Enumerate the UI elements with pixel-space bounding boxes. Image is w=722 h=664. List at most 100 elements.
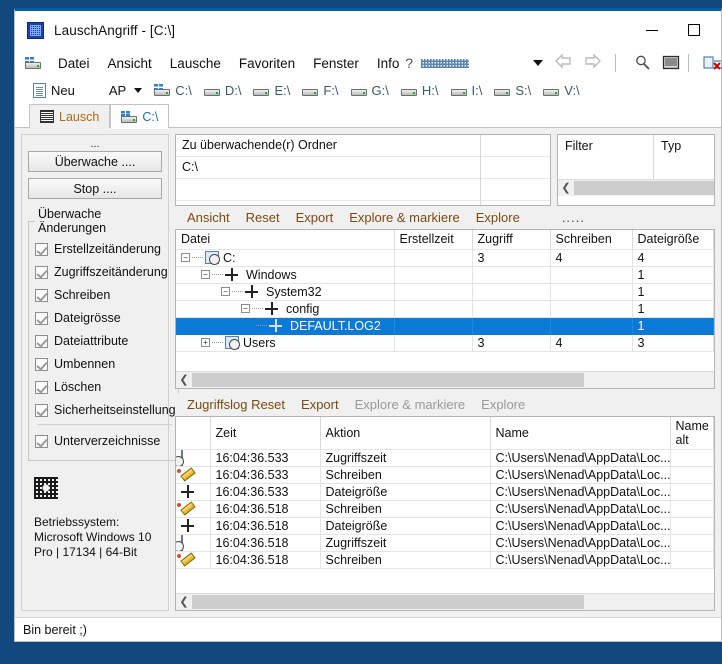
table-row[interactable]: 16:04:36.533 Zugriffszeit C:\Users\Nenad…	[176, 449, 714, 467]
tree-name-cell[interactable]: − System32	[176, 283, 395, 301]
expand-icon[interactable]: +	[201, 338, 210, 347]
menu-ansicht[interactable]: Ansicht	[99, 53, 161, 74]
drive-button-s[interactable]: S:\	[488, 81, 537, 100]
checkbox-umbennen[interactable]: Umbennen	[35, 354, 176, 374]
log-export-button[interactable]: Export	[293, 395, 347, 414]
forward-arrow-icon[interactable]	[583, 52, 603, 74]
log-reset-button[interactable]: Zugriffslog Reset	[179, 395, 293, 414]
stop-button[interactable]: Stop ....	[28, 178, 162, 199]
menu-favoriten[interactable]: Favoriten	[230, 53, 304, 74]
table-row[interactable]: − System32 1	[176, 283, 714, 301]
tree-line	[256, 325, 267, 326]
menu-fenster[interactable]: Fenster	[304, 53, 368, 74]
checkbox-erstellzeitaenderung[interactable]: Erstellzeitänderung	[35, 239, 176, 259]
checkbox-dateiattribute[interactable]: Dateiattribute	[35, 331, 176, 351]
checkbox-dateigroesse[interactable]: Dateigrösse	[35, 308, 176, 328]
log-horizontal-scrollbar[interactable]: ❮	[176, 593, 714, 610]
drive-button-d[interactable]: D:\	[198, 81, 248, 100]
chevron-left-icon[interactable]: ❮	[176, 373, 192, 387]
chevron-left-icon[interactable]: ❮	[558, 181, 574, 195]
scrollbar-thumb[interactable]	[192, 595, 584, 609]
remove-red-x-icon[interactable]	[703, 55, 722, 71]
table-row[interactable]: + Users 3 4 3	[176, 334, 714, 352]
monitored-folder-box[interactable]: Zu überwachende(r) Ordner C:\	[175, 134, 551, 206]
monitored-folder-empty-row[interactable]	[176, 179, 550, 201]
drive-button-v[interactable]: V:\	[537, 81, 585, 100]
drive-button-h[interactable]: H:\	[395, 81, 445, 100]
maximize-button[interactable]	[673, 13, 715, 47]
filter-column-header[interactable]: Filter	[558, 135, 654, 179]
log-col-aktion[interactable]: Aktion	[320, 417, 491, 450]
table-row[interactable]: 16:04:36.533 Dateigröße C:\Users\Nenad\A…	[176, 483, 714, 501]
tree-export-button[interactable]: Export	[288, 208, 342, 227]
checkbox-schreiben[interactable]: Schreiben	[35, 285, 176, 305]
tree-col-schreiben[interactable]: Schreiben	[550, 230, 633, 250]
tree-col-dateigroesse[interactable]: Dateigröße	[632, 230, 714, 250]
drive-button-e[interactable]: E:\	[247, 81, 296, 100]
collapse-icon[interactable]: −	[221, 287, 230, 296]
drive-button-i[interactable]: I:\	[445, 81, 489, 100]
scrollbar-track[interactable]	[584, 595, 714, 609]
tree-name-cell[interactable]: − Windows	[176, 266, 395, 284]
tree-reset-button[interactable]: Reset	[238, 208, 288, 227]
scrollbar-thumb[interactable]	[574, 181, 714, 195]
tree-name-cell[interactable]: DEFAULT.LOG2	[176, 317, 395, 335]
scrollbar-track[interactable]	[584, 373, 714, 387]
tree-horizontal-scrollbar[interactable]: ❮	[176, 371, 714, 388]
tree-explore-and-mark-button[interactable]: Explore & markiere	[341, 208, 468, 227]
help-icon[interactable]: ?	[405, 55, 413, 71]
drive-icon	[450, 84, 467, 96]
tree-name-cell[interactable]: − config	[176, 300, 395, 318]
tree-explore-button[interactable]: Explore	[468, 208, 528, 227]
table-row[interactable]: 16:04:36.533 Schreiben C:\Users\Nenad\Ap…	[176, 466, 714, 484]
log-col-zeit[interactable]: Zeit	[210, 417, 321, 450]
watch-button[interactable]: Überwache ....	[28, 151, 162, 172]
log-col-name[interactable]: Name	[490, 417, 671, 450]
table-row[interactable]: 16:04:36.518 Schreiben C:\Users\Nenad\Ap…	[176, 500, 714, 518]
table-row[interactable]: 16:04:36.518 Schreiben C:\Users\Nenad\Ap…	[176, 551, 714, 569]
tree-col-datei[interactable]: Datei	[176, 230, 395, 250]
checkbox-zugriffszeitaenderung[interactable]: Zugriffszeitänderung	[35, 262, 176, 282]
magnifier-icon[interactable]	[634, 54, 652, 72]
table-row[interactable]: − C: 3 4 4	[176, 249, 714, 267]
menu-lausche[interactable]: Lausche	[161, 53, 230, 74]
menu-datei[interactable]: Datei	[49, 53, 99, 74]
monitor-icon[interactable]	[662, 55, 680, 71]
tab-drive-c[interactable]: C:\	[110, 104, 170, 129]
minimize-button[interactable]	[631, 13, 673, 47]
filter-horizontal-scrollbar[interactable]: ❮	[558, 179, 714, 196]
drive-button-c[interactable]: C:\	[148, 81, 198, 100]
tree-ansicht-button[interactable]: Ansicht	[179, 208, 238, 227]
collapse-icon[interactable]: −	[241, 304, 250, 313]
table-row[interactable]: − Windows 1	[176, 266, 714, 284]
typ-column-header[interactable]: Typ	[654, 135, 714, 179]
tree-col-erstellzeit[interactable]: Erstellzeit	[394, 230, 473, 250]
table-row[interactable]: − config 1	[176, 300, 714, 318]
checkbox-loeschen[interactable]: Löschen	[35, 377, 176, 397]
checkbox-icon	[35, 357, 48, 371]
checkbox-sicherheitseinstellung[interactable]: Sicherheitseinstellung	[35, 400, 176, 420]
log-col-name-alt[interactable]: Name alt	[670, 417, 714, 450]
scrollbar-thumb[interactable]	[192, 373, 584, 387]
table-row[interactable]: 16:04:36.518 Dateigröße C:\Users\Nenad\A…	[176, 517, 714, 535]
tree-name-cell[interactable]: − C:	[176, 249, 395, 267]
stipple-pattern-icon	[421, 58, 469, 68]
collapse-icon[interactable]: −	[201, 270, 210, 279]
drive-button-g[interactable]: G:\	[345, 81, 395, 100]
log-name-alt-cell	[670, 449, 714, 467]
tree-name-cell[interactable]: + Users	[176, 334, 395, 352]
drive-button-f[interactable]: F:\	[296, 81, 344, 100]
chevron-down-icon[interactable]	[533, 60, 543, 66]
back-arrow-icon[interactable]	[553, 52, 573, 74]
tab-lausch[interactable]: Lausch	[29, 104, 111, 128]
checkbox-unterverzeichnisse[interactable]: Unterverzeichnisse	[35, 431, 176, 451]
chevron-left-icon[interactable]: ❮	[176, 595, 192, 609]
collapse-icon[interactable]: −	[181, 253, 190, 262]
table-row-selected[interactable]: DEFAULT.LOG2 1	[176, 317, 714, 335]
tree-col-zugriff[interactable]: Zugriff	[472, 230, 551, 250]
monitored-folder-value[interactable]: C:\	[176, 157, 550, 179]
ap-dropdown-button[interactable]: AP	[103, 81, 148, 100]
new-button[interactable]: Neu	[27, 81, 81, 100]
table-row[interactable]: 16:04:36.518 Zugriffszeit C:\Users\Nenad…	[176, 534, 714, 552]
menu-info[interactable]: Info	[368, 53, 409, 74]
